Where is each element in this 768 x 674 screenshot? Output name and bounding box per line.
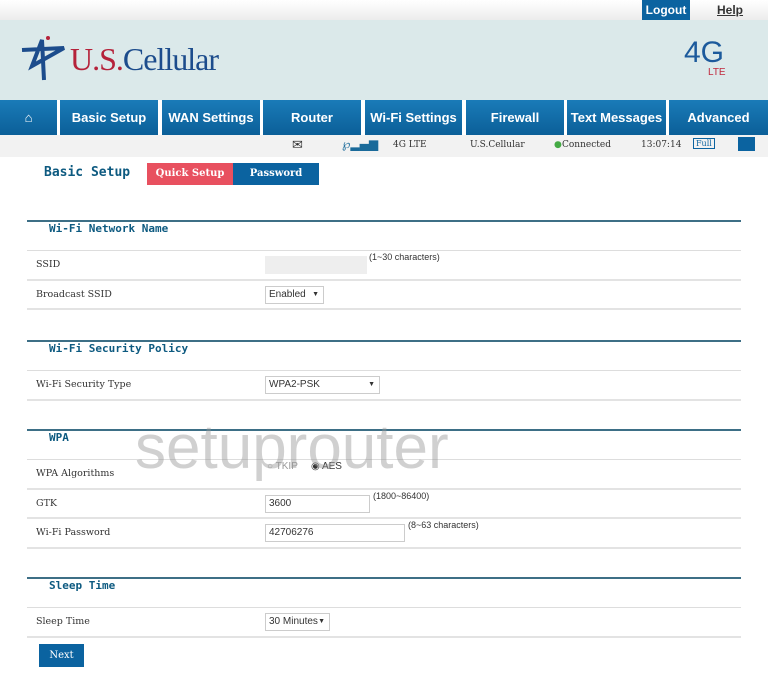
brand-cellular: Cellular — [122, 40, 219, 77]
radio-tkip[interactable]: ○ TKIP — [267, 461, 298, 472]
chevron-down-icon: ▼ — [312, 290, 319, 298]
radio-aes[interactable]: ◉ AES — [311, 461, 342, 472]
wpa-algorithms-label: WPA Algorithms — [36, 468, 115, 479]
nav-advanced[interactable]: Advanced — [669, 100, 768, 135]
section-wifi-security-policy: Wi-Fi Security Policy Wi-Fi Security Typ… — [27, 340, 741, 401]
section-sleep-time: Sleep Time Sleep Time 30 Minutes ▼ — [27, 577, 741, 638]
clock: 13:07:14 — [641, 140, 682, 150]
sim-icon — [738, 137, 755, 151]
wifi-password-label: Wi-Fi Password — [36, 527, 111, 538]
nav-text-messages[interactable]: Text Messages — [567, 100, 666, 135]
home-icon: ⌂ — [24, 110, 33, 125]
4g-lte-logo: 4G LTE — [684, 36, 726, 78]
section-title: Wi-Fi Security Policy — [27, 342, 741, 371]
nav-wifi-settings[interactable]: Wi-Fi Settings — [365, 100, 462, 135]
nav-wan-settings[interactable]: WAN Settings — [162, 100, 260, 135]
brand-us: U.S. — [70, 40, 124, 77]
nav-firewall[interactable]: Firewall — [466, 100, 564, 135]
network-type: 4G LTE — [393, 140, 427, 150]
section-title: WPA — [27, 431, 741, 460]
broadcast-ssid-select[interactable]: Enabled ▼ — [265, 285, 324, 304]
section-title: Sleep Time — [27, 579, 741, 608]
nav-basic-setup[interactable]: Basic Setup — [60, 100, 158, 135]
security-type-select[interactable]: WPA2-PSK ▼ — [265, 376, 380, 394]
tab-quick-setup[interactable]: Quick Setup — [147, 163, 233, 185]
star-icon — [21, 36, 65, 81]
new-message-icon[interactable]: ✉ — [292, 138, 303, 153]
security-type-label: Wi-Fi Security Type — [36, 379, 132, 390]
signal-icon: ℘▂▄▆ — [342, 137, 379, 151]
gtk-label: GTK — [36, 497, 58, 509]
connected-icon: ● — [554, 140, 562, 150]
page-title: Basic Setup — [44, 165, 131, 180]
broadcast-ssid-label: Broadcast SSID — [36, 288, 112, 300]
sleep-time-select[interactable]: 30 Minutes ▼ — [265, 613, 330, 631]
logo: U.S. Cellular — [20, 36, 219, 82]
header: U.S. Cellular 4G LTE — [0, 20, 768, 100]
chevron-down-icon: ▼ — [368, 381, 375, 388]
sleep-time-label: Sleep Time — [36, 616, 90, 627]
status-bar: ✉ ℘▂▄▆ 4G LTE U.S.Cellular ● Connected 1… — [0, 135, 768, 157]
chevron-down-icon: ▼ — [318, 618, 325, 625]
next-button[interactable]: Next — [39, 644, 84, 667]
nav-home[interactable]: ⌂ — [0, 100, 57, 135]
connection-status: Connected — [562, 140, 611, 150]
logout-button[interactable]: Logout — [642, 0, 690, 20]
battery-icon: Full — [693, 138, 715, 149]
gtk-hint: (1800~86400) — [373, 490, 430, 501]
section-wpa: WPA WPA Algorithms ○ TKIP ◉ AES GTK 3600… — [27, 429, 741, 549]
section-wifi-network-name: Wi-Fi Network Name SSID (1~30 characters… — [27, 220, 741, 310]
tab-password[interactable]: Password — [233, 163, 319, 185]
ssid-label: SSID — [36, 259, 61, 270]
gtk-input[interactable]: 3600 — [265, 494, 370, 513]
carrier: U.S.Cellular — [470, 140, 525, 150]
password-hint: (8~63 characters) — [408, 520, 479, 530]
section-title: Wi-Fi Network Name — [27, 222, 741, 251]
nav-router[interactable]: Router — [263, 100, 361, 135]
ssid-input[interactable] — [265, 256, 367, 274]
help-link[interactable]: Help — [717, 3, 743, 17]
wifi-password-input[interactable]: 42706276 — [265, 524, 405, 542]
ssid-hint: (1~30 characters) — [369, 252, 440, 262]
main-nav: ⌂ Basic Setup WAN Settings Router Wi-Fi … — [0, 100, 768, 135]
